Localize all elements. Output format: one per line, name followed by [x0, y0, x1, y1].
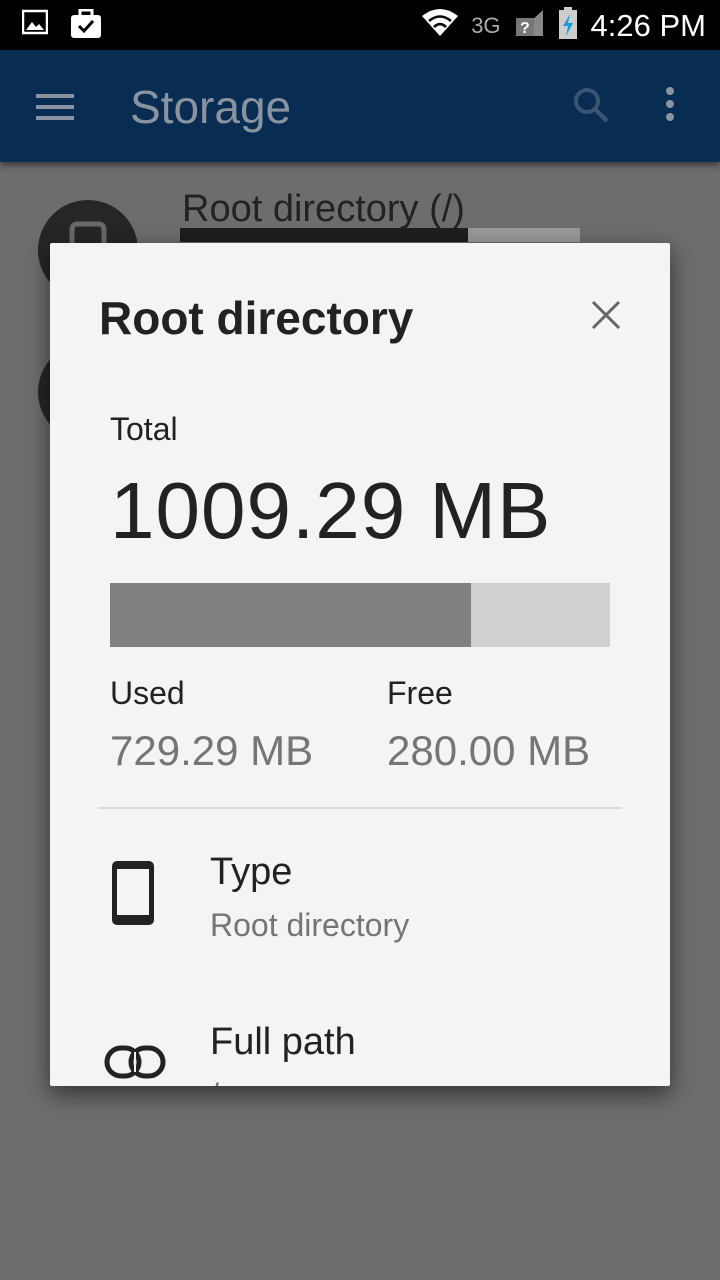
usage-bar-used-fill [110, 583, 472, 647]
search-icon[interactable] [572, 86, 610, 129]
network-type: 3G [471, 12, 501, 38]
free-value: 280.00 MB [387, 727, 591, 774]
wifi-icon [421, 8, 459, 43]
used-value: 729.29 MB [110, 727, 314, 774]
divider [98, 807, 622, 809]
svg-text:?: ? [520, 20, 530, 37]
total-label: Total [110, 411, 178, 447]
total-value: 1009.29 MB [110, 466, 552, 555]
free-label: Free [387, 675, 453, 711]
full-path-value: / [210, 1077, 219, 1086]
status-bar: 3G ? 4:26 PM [0, 0, 720, 50]
signal-icon: ? [513, 8, 545, 43]
type-label: Type [210, 851, 293, 893]
list-item-title[interactable]: Root directory (/) [182, 188, 465, 231]
type-value: Root directory [210, 907, 410, 943]
link-icon [104, 1045, 166, 1084]
phone-icon [110, 859, 156, 932]
gallery-notification-icon [21, 9, 49, 44]
storage-details-dialog: Root directory Total 1009.29 MB Used 729… [50, 243, 670, 1086]
full-path-label: Full path [210, 1021, 356, 1063]
used-label: Used [110, 675, 185, 711]
battery-charging-icon [557, 6, 579, 45]
list-item-usage-bar [180, 228, 580, 242]
app-bar: Storage [0, 50, 720, 162]
list-item-usage-fill [180, 228, 468, 242]
page-title: Storage [130, 81, 292, 133]
dialog-title: Root directory [99, 292, 414, 344]
more-options-icon[interactable] [664, 86, 676, 127]
usage-bar [110, 583, 610, 647]
menu-icon[interactable] [36, 94, 74, 125]
task-check-notification-icon [70, 8, 102, 44]
clock: 4:26 PM [590, 7, 706, 43]
close-icon[interactable] [590, 299, 622, 331]
